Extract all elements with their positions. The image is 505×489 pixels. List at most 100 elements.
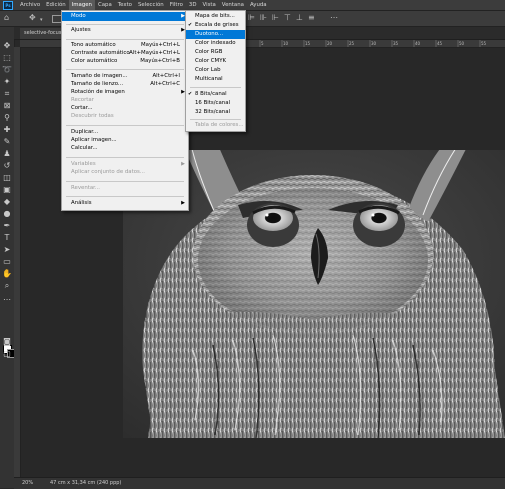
ruler-tick-label: 50 [459, 41, 465, 46]
menu-item-bitmap[interactable]: Mapa de bits... [186, 12, 245, 21]
menu-item-label: Duplicar... [71, 129, 99, 135]
chevron-down-icon[interactable]: ▾ [40, 16, 43, 24]
menu-item-apply-data-set: Aplicar conjunto de datos... [62, 168, 188, 177]
distribute-icon[interactable]: ≡ [308, 14, 315, 22]
menu-item-cmyk-color[interactable]: Color CMYK [186, 57, 245, 66]
document-tab[interactable]: selective-focus [20, 28, 66, 39]
menu-item-label: Tono automático [71, 42, 116, 48]
menu-item-multichannel[interactable]: Multicanal [186, 75, 245, 84]
more-tools-icon[interactable]: ⋯ [2, 295, 12, 305]
quick-mask-icon[interactable]: ◙ [2, 337, 12, 347]
menu-ayuda[interactable]: Ayuda [247, 0, 270, 10]
menu-imagen[interactable]: Imagen [68, 0, 95, 10]
menu-item-label: Color automático [71, 58, 118, 64]
ruler-tick-label: 5 [261, 41, 264, 46]
menu-separator [66, 125, 184, 126]
path-selection-icon[interactable]: ➤ [2, 245, 12, 255]
menu-item-label: Color indexado [195, 40, 236, 46]
hand-tool-icon[interactable]: ✋ [2, 269, 12, 279]
history-brush-icon[interactable]: ↺ [2, 161, 12, 171]
menu-separator [66, 69, 184, 70]
marquee-tool-icon[interactable]: ⬚ [2, 53, 12, 63]
align-top-icon[interactable]: ⊤ [284, 14, 291, 22]
menu-item-lab-color[interactable]: Color Lab [186, 66, 245, 75]
blur-tool-icon[interactable]: ◆ [2, 197, 12, 207]
home-icon[interactable]: ⌂ [4, 14, 9, 22]
align-left-icon[interactable]: ⊫ [248, 14, 255, 22]
move-tool-icon[interactable]: ✥ [2, 41, 12, 51]
menu-item-label: Duotono... [195, 31, 224, 37]
gradient-tool-icon[interactable]: ▣ [2, 185, 12, 195]
menu-texto[interactable]: Texto [115, 0, 135, 10]
frame-tool-icon[interactable]: ⊠ [2, 101, 12, 111]
menu-item-mode[interactable]: Modo ▶ [62, 12, 188, 21]
menu-separator [66, 196, 184, 197]
ruler-tick-label: 20 [327, 41, 333, 46]
menu-capa[interactable]: Capa [95, 0, 115, 10]
eyedropper-icon[interactable]: ⚲ [2, 113, 12, 123]
menu-item-label: Tamaño de imagen... [71, 73, 128, 79]
menu-item-calculations[interactable]: Calcular... [62, 144, 188, 153]
lasso-tool-icon[interactable]: ➰ [2, 65, 12, 75]
menu-item-indexed-color[interactable]: Color indexado [186, 39, 245, 48]
align-middle-icon[interactable]: ⊥ [296, 14, 303, 22]
eraser-tool-icon[interactable]: ◫ [2, 173, 12, 183]
magic-wand-icon[interactable]: ✦ [2, 77, 12, 87]
menu-item-label: 16 Bits/canal [195, 100, 230, 106]
menu-item-16-bits[interactable]: 16 Bits/canal [186, 99, 245, 108]
menu-item-adjustments[interactable]: Ajustes ▶ [62, 26, 188, 35]
menu-item-label: Tabla de colores... [195, 122, 244, 128]
status-bar: 20% 47 cm x 31,34 cm (240 ppp) [14, 477, 505, 489]
clone-stamp-icon[interactable]: ♟ [2, 149, 12, 159]
ruler-tick-label: 40 [415, 41, 421, 46]
ruler-tick-label: 35 [393, 41, 399, 46]
ruler-tick-label: 15 [305, 41, 311, 46]
menu-item-label: Modo [71, 13, 86, 19]
menu-item-grayscale[interactable]: ✔ Escala de grises [186, 21, 245, 30]
menu-seleccion[interactable]: Selección [135, 0, 167, 10]
align-right-icon[interactable]: ⊩ [272, 14, 279, 22]
menu-item-label: Color Lab [195, 67, 221, 73]
more-options-icon[interactable]: ⋯ [330, 14, 338, 22]
checkmark-icon: ✔ [188, 91, 193, 97]
menu-item-label: Ajustes [71, 27, 91, 33]
menu-separator [190, 119, 241, 120]
type-tool-icon[interactable]: T [2, 233, 12, 243]
screen-mode-icon[interactable]: ▢ [2, 349, 12, 359]
menu-item-trap: Reventar... [62, 184, 188, 193]
menu-item-label: Descubrir todas [71, 113, 114, 119]
menu-item-auto-color[interactable]: Color automático Mayús+Ctrl+B [62, 57, 188, 66]
pen-tool-icon[interactable]: ✒ [2, 221, 12, 231]
ruler-tick-label: 55 [481, 41, 487, 46]
menu-item-label: Tamaño de lienzo... [71, 81, 124, 87]
zoom-level[interactable]: 20% [22, 480, 33, 486]
menu-ventana[interactable]: Ventana [219, 0, 247, 10]
ruler-tick-label: 10 [283, 41, 289, 46]
menu-separator [190, 87, 241, 88]
menu-vista[interactable]: Vista [200, 0, 219, 10]
shape-tool-icon[interactable]: ▭ [2, 257, 12, 267]
dodge-tool-icon[interactable]: ● [2, 209, 12, 219]
menu-filtro[interactable]: Filtro [167, 0, 186, 10]
tools-panel: ✥ ⬚ ➰ ✦ ⌗ ⊠ ⚲ ✚ ✎ ♟ ↺ ◫ ▣ ◆ ● ✒ T ➤ ▭ ✋ … [0, 27, 16, 488]
brush-tool-icon[interactable]: ✎ [2, 137, 12, 147]
document-info[interactable]: 47 cm x 31,34 cm (240 ppp) [50, 480, 121, 486]
ruler-tick-label: 30 [371, 41, 377, 46]
menu-item-analysis[interactable]: Análisis ▶ [62, 199, 188, 208]
menu-item-rgb-color[interactable]: Color RGB [186, 48, 245, 57]
menu-item-8-bits[interactable]: ✔ 8 Bits/canal [186, 90, 245, 99]
menu-3d[interactable]: 3D [186, 0, 200, 10]
menu-item-label: Contraste automático [71, 50, 130, 56]
align-center-icon[interactable]: ⊪ [260, 14, 267, 22]
crop-tool-icon[interactable]: ⌗ [2, 89, 12, 99]
healing-brush-icon[interactable]: ✚ [2, 125, 12, 135]
menu-item-label: Aplicar imagen... [71, 137, 117, 143]
image-menu: Modo ▶ Ajustes ▶ Tono automático Mayús+Ctrl… [61, 10, 189, 211]
menu-item-label: Mapa de bits... [195, 13, 235, 19]
menu-item-32-bits[interactable]: 32 Bits/canal [186, 108, 245, 117]
menu-archivo[interactable]: Archivo [17, 0, 43, 10]
menu-item-duotone[interactable]: Duotono... [186, 30, 245, 39]
menu-edicion[interactable]: Edición [43, 0, 69, 10]
zoom-tool-icon[interactable]: ⌕ [2, 281, 12, 291]
move-tool-icon[interactable]: ✥ [29, 14, 36, 22]
